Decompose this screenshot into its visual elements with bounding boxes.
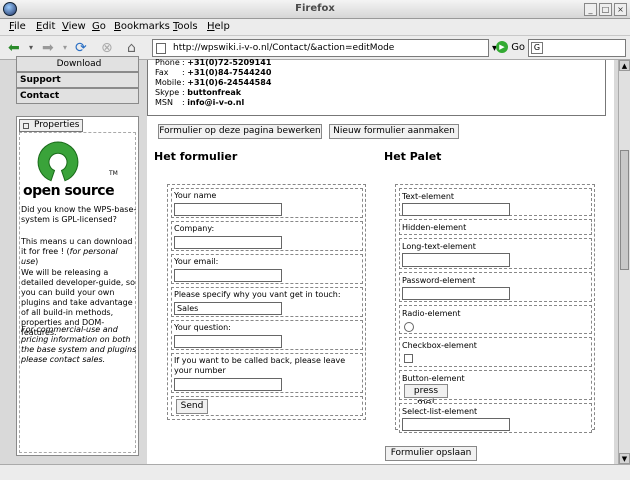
open-source-logo-text: open source [23, 183, 115, 199]
window-title: Firefox [295, 3, 335, 14]
go-arrow-icon: ▶ [496, 41, 508, 53]
vertical-scrollbar[interactable]: ▲ ▼ [618, 60, 630, 464]
forward-dropdown-icon[interactable]: ▾ [63, 39, 67, 57]
field-question: Your question: [171, 320, 363, 350]
palette-long-text-element[interactable]: Long-text-element [399, 238, 592, 269]
open-source-logo-icon [37, 141, 79, 182]
contact-mobile: Mobile: +31(0)6-24544584 [155, 78, 272, 87]
contact-msn: MSN: info@i-v-o.nl [155, 98, 245, 107]
palette-checkbox-element[interactable]: Checkbox-element [399, 337, 592, 367]
menu-file[interactable]: File [9, 21, 26, 32]
close-icon[interactable]: × [614, 3, 627, 16]
stop-icon[interactable]: ⊗ [101, 39, 113, 57]
forward-icon[interactable]: ➡ [42, 39, 54, 57]
sidebar-item-support[interactable]: Support [16, 72, 139, 88]
url-input[interactable]: http://wpswiki.i-v-o.nl/Contact/&action=… [152, 39, 489, 57]
properties-panel: Properties TM open source Did you know t… [16, 116, 139, 456]
go-button[interactable]: ▶ Go [496, 41, 525, 53]
maximize-icon[interactable]: □ [599, 3, 612, 16]
status-bar [0, 464, 630, 480]
email-input[interactable] [174, 269, 282, 282]
home-icon[interactable]: ⌂ [127, 39, 136, 57]
palette-container: Text-element Hidden-element Long-text-el… [395, 184, 595, 433]
trademark-mark: TM [109, 170, 118, 177]
minimize-icon[interactable]: _ [584, 3, 597, 16]
new-form-button[interactable]: Nieuw formulier aanmaken [329, 124, 459, 139]
send-button[interactable]: Send [176, 399, 208, 414]
menu-bookmarks[interactable]: Bookmarks [114, 21, 170, 32]
commercial-use-text: For commercial-use and pricing informati… [21, 325, 137, 364]
palette-hidden-element[interactable]: Hidden-element [399, 219, 592, 235]
search-input[interactable]: G [528, 39, 626, 57]
free-download-text: This means u can download it for free ! … [21, 237, 133, 266]
field-email: Your email: [171, 254, 363, 284]
page-content: Download Support Contact Properties TM o… [0, 56, 630, 464]
name-input[interactable] [174, 203, 282, 216]
scroll-thumb[interactable] [620, 150, 629, 270]
palette-text-element[interactable]: Text-element [399, 188, 592, 216]
panel-toggle-icon[interactable] [23, 123, 29, 129]
checkbox-demo[interactable] [404, 354, 413, 363]
menu-go[interactable]: Go [92, 21, 106, 32]
contact-skype: Skype: buttonfreak [155, 88, 242, 97]
title-bar: Firefox _ □ × [0, 0, 630, 19]
palette-heading: Het Palet [384, 150, 442, 163]
field-company: Company: [171, 221, 363, 251]
sidebar-item-contact[interactable]: Contact [16, 88, 139, 104]
sidebar: Download Support Contact Properties TM o… [11, 56, 140, 464]
edit-form-button[interactable]: Formulier op deze pagina bewerken [158, 124, 322, 139]
palette-radio-element[interactable]: Radio-element [399, 305, 592, 334]
contact-fax: Fax: +31(0)84-7544240 [155, 68, 272, 77]
save-form-button[interactable]: Formulier opslaan [385, 446, 477, 461]
field-send: Send [171, 396, 363, 416]
reason-input[interactable]: Sales [174, 302, 282, 315]
back-icon[interactable]: ⬅ [8, 39, 20, 57]
main-panel: Phone: +31(0)72-5209141 Fax: +31(0)84-75… [147, 58, 614, 464]
form-heading: Het formulier [154, 150, 238, 163]
reload-icon[interactable]: ⟳ [75, 39, 87, 57]
press-me-button[interactable]: press me! [404, 384, 448, 408]
properties-tab[interactable]: Properties [19, 119, 84, 132]
menu-help[interactable]: Help [207, 21, 230, 32]
form-container: Your name Company: Your email: Please sp… [167, 184, 366, 420]
radio-demo[interactable] [404, 322, 414, 332]
search-engine-icon[interactable]: G [531, 42, 543, 54]
field-reason: Please specify why you vant get in touch… [171, 287, 363, 317]
question-input[interactable] [174, 335, 282, 348]
field-name: Your name [171, 188, 363, 218]
menu-edit[interactable]: Edit [36, 21, 55, 32]
scroll-up-icon[interactable]: ▲ [619, 60, 630, 71]
contact-details: Phone: +31(0)72-5209141 Fax: +31(0)84-75… [147, 58, 606, 116]
palette-password-element[interactable]: Password-element [399, 272, 592, 302]
back-dropdown-icon[interactable]: ▾ [29, 39, 33, 57]
palette-select-list-element[interactable]: Select-list-element [399, 403, 592, 433]
sidebar-item-download[interactable]: Download [16, 56, 139, 72]
callback-input[interactable] [174, 378, 282, 391]
menu-tools[interactable]: Tools [173, 21, 198, 32]
contact-phone: Phone: +31(0)72-5209141 [155, 58, 272, 67]
field-callback: If you want to be called back, please le… [171, 353, 363, 393]
page-icon [156, 43, 166, 54]
menu-view[interactable]: View [62, 21, 86, 32]
palette-button-element[interactable]: Button-element press me! [399, 370, 592, 408]
url-text: http://wpswiki.i-v-o.nl/Contact/&action=… [173, 43, 395, 53]
company-input[interactable] [174, 236, 282, 249]
menu-bar: File Edit View Go Bookmarks Tools Help [0, 19, 630, 36]
scroll-down-icon[interactable]: ▼ [619, 453, 630, 464]
gpl-text: Did you know the WPS-base-system is GPL-… [21, 205, 137, 224]
